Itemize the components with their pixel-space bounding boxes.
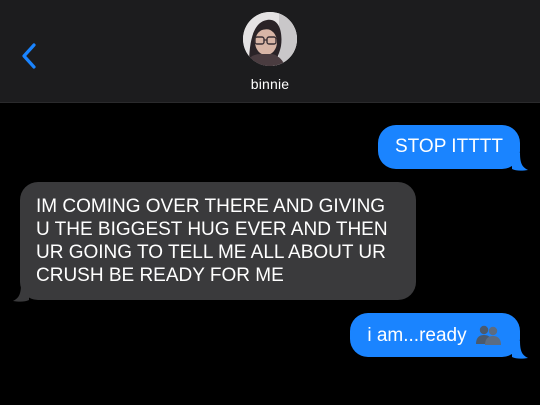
message-text: IM COMING OVER THERE AND GIVING U THE BI… [36,196,388,286]
bubble-tail [512,341,528,359]
avatar[interactable] [243,12,297,66]
conversation-screen: binnie STOP ITTTT IM COMING OVER THERE A… [0,0,540,405]
message-bubble-received[interactable]: IM COMING OVER THERE AND GIVING U THE BI… [20,182,416,300]
bubble-tail [13,284,29,302]
chevron-left-icon [22,43,36,69]
contact-avatar-photo [243,12,297,66]
message-text: i am...ready [367,324,467,346]
message-bubble-sent[interactable]: i am...ready [350,313,520,357]
message-bubble-sent[interactable]: STOP ITTTT [378,125,520,169]
bubble-tail [512,153,528,171]
back-button[interactable] [14,38,44,74]
contact-name[interactable]: binnie [0,76,540,92]
people-silhouette-emoji [475,325,501,345]
message-text: STOP ITTTT [394,136,504,157]
conversation-header: binnie [0,0,540,103]
